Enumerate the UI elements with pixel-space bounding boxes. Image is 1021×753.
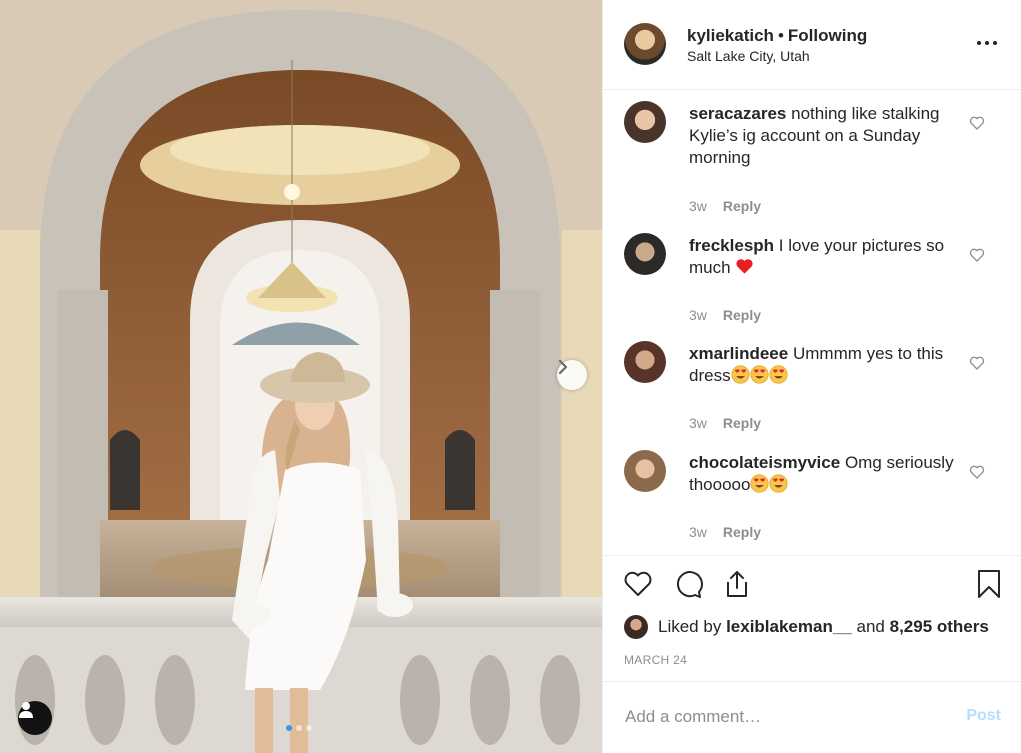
user-icon bbox=[19, 702, 33, 718]
heart-icon[interactable] bbox=[622, 568, 654, 600]
author-username[interactable]: kyliekatich bbox=[687, 26, 774, 45]
reply-button[interactable]: Reply bbox=[723, 415, 761, 431]
comment-avatar[interactable] bbox=[624, 341, 666, 383]
comment-meta: 3w Reply bbox=[689, 524, 761, 540]
more-options-button[interactable] bbox=[977, 33, 1001, 53]
carousel-dot bbox=[286, 725, 292, 731]
comment-time[interactable]: 3w bbox=[689, 307, 707, 323]
add-comment-bar: Post bbox=[603, 681, 1021, 753]
likes-prefix: Liked by bbox=[658, 617, 722, 636]
comment-avatar[interactable] bbox=[624, 101, 666, 143]
post-photo[interactable] bbox=[0, 0, 602, 753]
carousel-next-button[interactable] bbox=[557, 360, 587, 390]
tagged-users-button[interactable] bbox=[18, 701, 52, 735]
heart-eyes-emoji-icon bbox=[750, 474, 770, 493]
comment-avatar[interactable] bbox=[624, 233, 666, 275]
likes-conjunction: and bbox=[856, 617, 885, 636]
likes-others-count[interactable]: 8,295 others bbox=[890, 617, 989, 637]
heart-eyes-emoji-icon bbox=[768, 365, 788, 384]
reply-button[interactable]: Reply bbox=[723, 307, 761, 323]
comment-meta: 3w Reply bbox=[689, 198, 761, 214]
heart-icon[interactable] bbox=[969, 115, 985, 131]
comment-body: frecklesph I love your pictures so much bbox=[689, 235, 961, 279]
heart-icon[interactable] bbox=[969, 247, 985, 263]
post-comment-button[interactable]: Post bbox=[966, 707, 1001, 725]
author-avatar[interactable] bbox=[624, 23, 666, 65]
comment-username[interactable]: seracazares bbox=[689, 104, 786, 123]
liker-avatar[interactable] bbox=[624, 615, 648, 639]
comment-username[interactable]: xmarlindeee bbox=[689, 344, 788, 363]
liker-username[interactable]: lexiblakeman__ bbox=[726, 617, 852, 637]
separator: • bbox=[777, 26, 784, 45]
rotunda-photo-illustration bbox=[0, 0, 602, 753]
comment-time[interactable]: 3w bbox=[689, 198, 707, 214]
add-comment-input[interactable] bbox=[623, 704, 957, 730]
comments-list[interactable]: seracazares nothing like stalking Kylie’… bbox=[603, 90, 1021, 556]
comment-username[interactable]: chocolateismyvice bbox=[689, 453, 840, 472]
comment-time[interactable]: 3w bbox=[689, 415, 707, 431]
reply-button[interactable]: Reply bbox=[723, 198, 761, 214]
comment-avatar[interactable] bbox=[624, 450, 666, 492]
comment-icon[interactable] bbox=[672, 568, 704, 600]
heart-eyes-emoji-icon bbox=[730, 365, 750, 384]
more-horizontal-icon bbox=[977, 41, 981, 45]
comment-body: chocolateismyvice Omg seriously thooooo bbox=[689, 452, 961, 496]
comment-time[interactable]: 3w bbox=[689, 524, 707, 540]
reply-button[interactable]: Reply bbox=[723, 524, 761, 540]
share-icon[interactable] bbox=[721, 568, 753, 600]
carousel-indicator bbox=[286, 725, 312, 731]
comment-username[interactable]: frecklesph bbox=[689, 236, 774, 255]
carousel-dot bbox=[296, 725, 302, 731]
more-icon-dot bbox=[993, 41, 997, 45]
red-heart-emoji-icon bbox=[736, 259, 753, 274]
post-header: kyliekatich • Following Salt Lake City, Ut… bbox=[603, 0, 1021, 90]
comment-body: xmarlindeee Ummmm yes to this dress bbox=[689, 343, 961, 387]
comment-body: seracazares nothing like stalking Kylie’… bbox=[689, 103, 961, 169]
more-icon-dot bbox=[985, 41, 989, 45]
post-location[interactable]: Salt Lake City, Utah bbox=[687, 48, 810, 64]
heart-eyes-emoji-icon bbox=[769, 474, 789, 493]
post-side-panel: kyliekatich • Following Salt Lake City, Ut… bbox=[602, 0, 1021, 753]
follow-status-button[interactable]: Following bbox=[788, 26, 867, 45]
likes-summary: Liked by lexiblakeman__ and 8,295 others bbox=[624, 614, 989, 640]
heart-eyes-emoji-icon bbox=[749, 365, 769, 384]
bookmark-icon[interactable] bbox=[973, 568, 1005, 600]
heart-icon[interactable] bbox=[969, 464, 985, 480]
comment-meta: 3w Reply bbox=[689, 415, 761, 431]
carousel-dot bbox=[306, 725, 312, 731]
post-date[interactable]: MARCH 24 bbox=[624, 653, 687, 667]
comment-meta: 3w Reply bbox=[689, 307, 761, 323]
heart-icon[interactable] bbox=[969, 355, 985, 371]
chevron-right-icon bbox=[558, 360, 568, 374]
post-actions bbox=[603, 556, 1021, 616]
author-line: kyliekatich • Following bbox=[687, 26, 867, 46]
